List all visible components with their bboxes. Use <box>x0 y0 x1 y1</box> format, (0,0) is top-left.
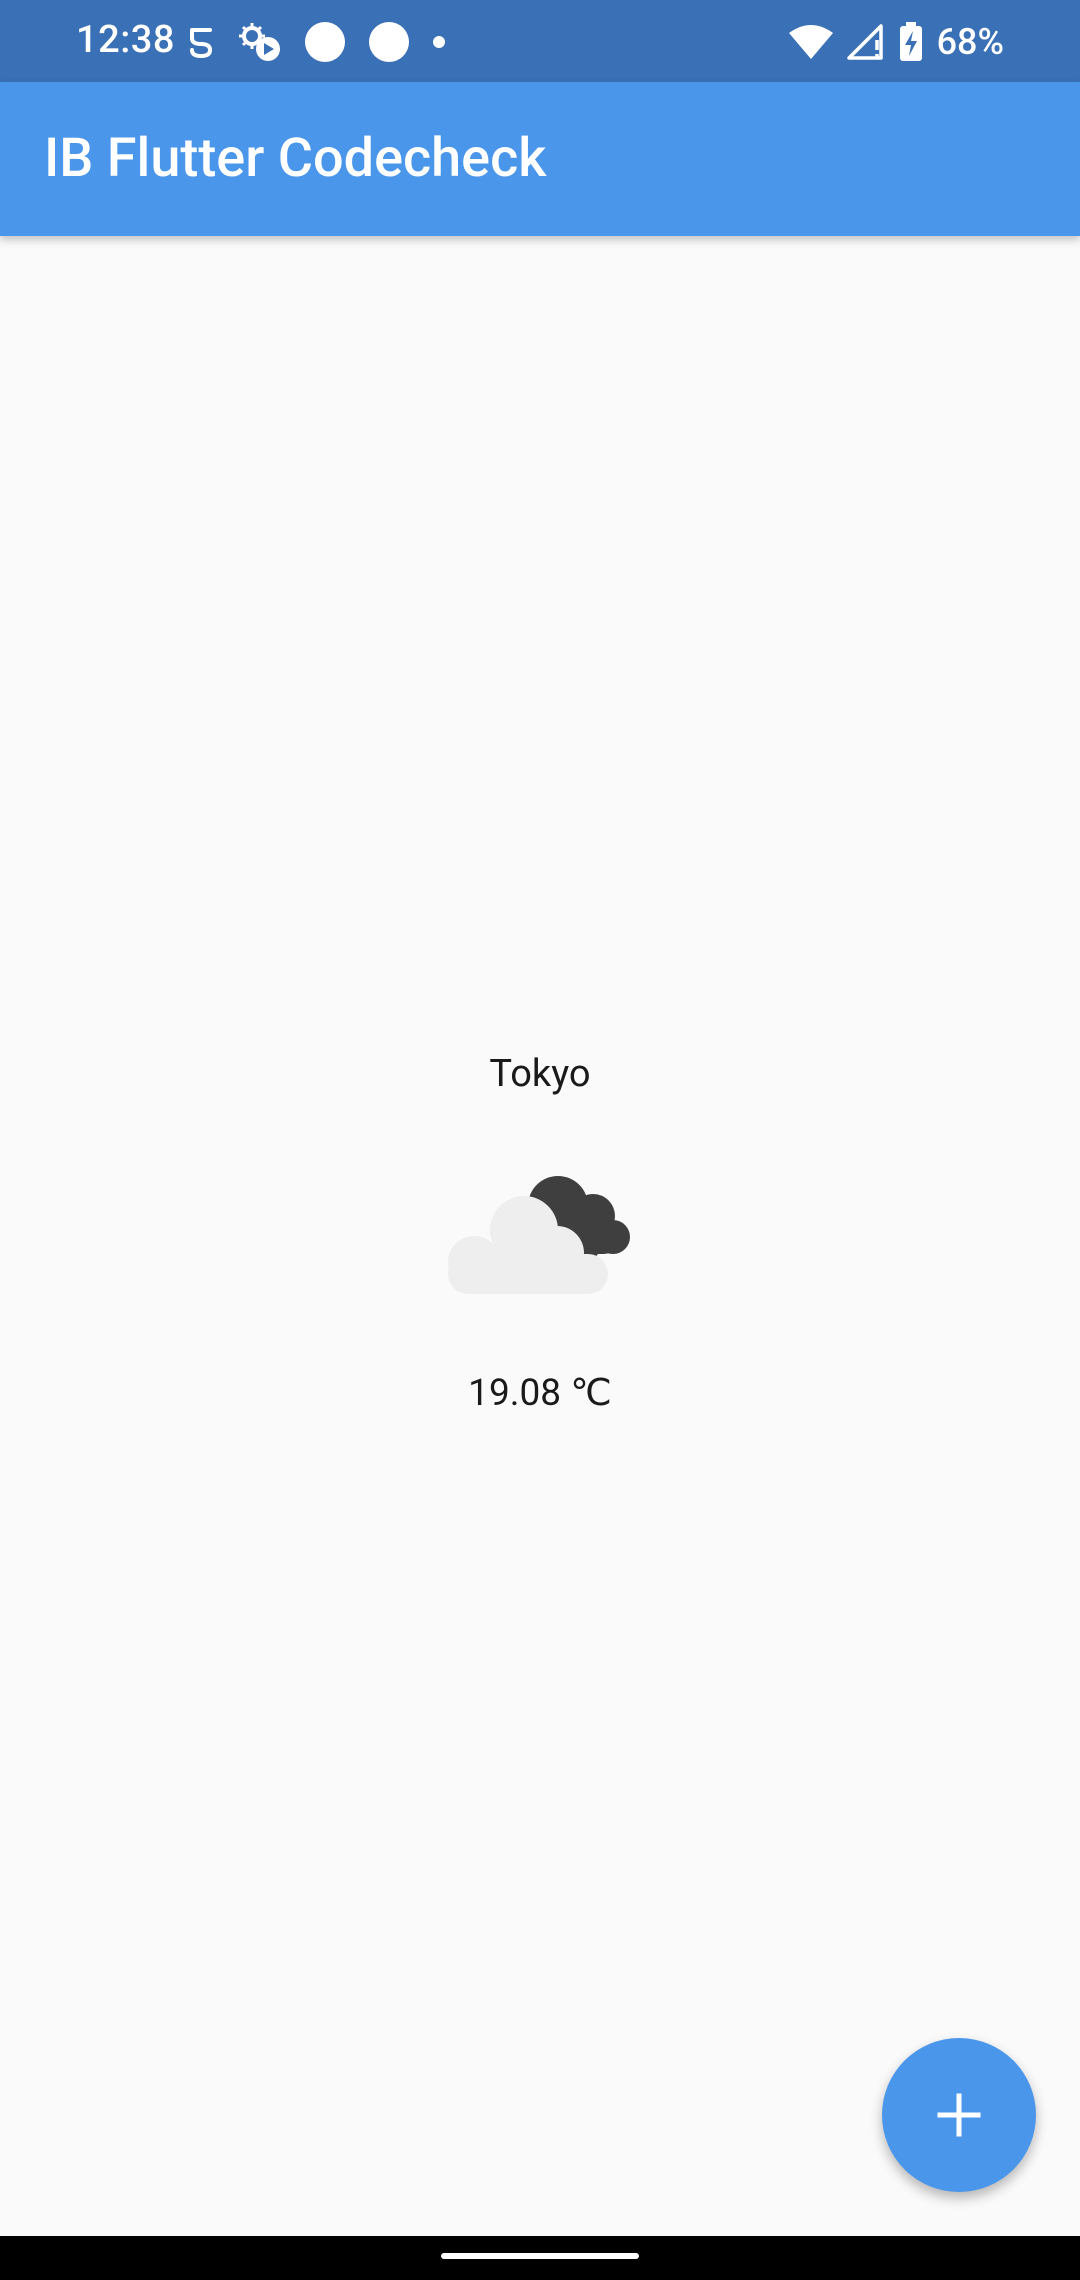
signal-icon <box>846 24 883 60</box>
cloudy-night-icon <box>448 1176 630 1294</box>
temperature: 19.08 ℃ <box>468 1372 612 1415</box>
weather-sync-icon <box>239 23 280 61</box>
page-title: IB Flutter Codecheck <box>44 127 547 190</box>
gesture-handle[interactable] <box>441 2253 639 2259</box>
status-bar: 12:38 68% <box>0 0 1080 82</box>
lens-icon <box>190 28 213 59</box>
notification-dot-icon <box>369 22 409 62</box>
add-button[interactable] <box>882 2038 1036 2192</box>
city-name: Tokyo <box>489 1052 591 1096</box>
status-icons-right: 68% <box>788 20 1004 64</box>
more-dot-icon <box>433 36 445 48</box>
plus-icon <box>937 2093 981 2137</box>
battery-percent: 68% <box>936 21 1004 63</box>
notification-dot-icon <box>305 22 345 62</box>
wifi-icon <box>788 25 833 59</box>
status-icons-left <box>186 20 446 64</box>
navigation-bar <box>0 2236 1080 2280</box>
battery-charging-icon <box>899 22 922 61</box>
status-time: 12:38 <box>76 18 175 62</box>
screen: 12:38 68% IB Flutter Codecheck Tokyo 19.… <box>0 0 1080 2280</box>
app-bar: IB Flutter Codecheck <box>0 82 1080 236</box>
